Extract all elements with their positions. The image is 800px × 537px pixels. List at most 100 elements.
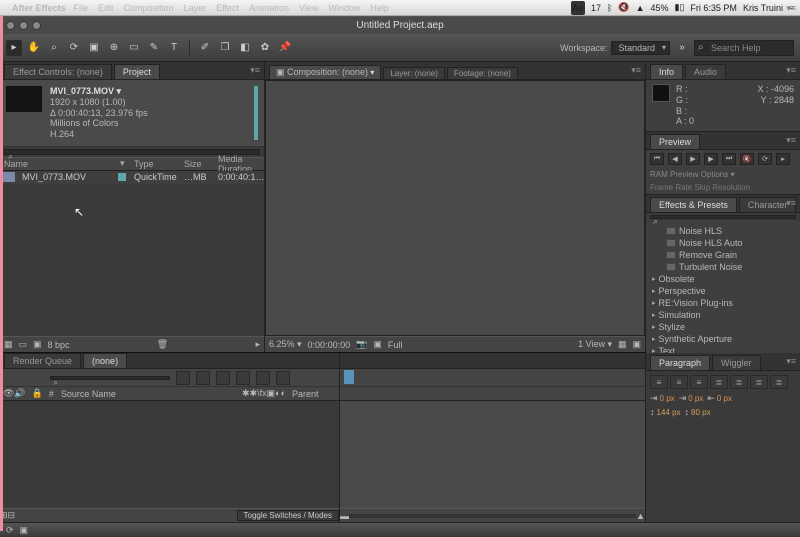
- panel-menu-icon[interactable]: ▾≡: [786, 356, 796, 367]
- bpc-toggle[interactable]: 8 bpc: [48, 340, 70, 350]
- zoom-select[interactable]: 6.25% ▾: [269, 339, 302, 350]
- project-row[interactable]: MVI_0773.MOV QuickTime …MB 0:00:40:1…: [0, 171, 264, 185]
- effect-category[interactable]: RE:Vision Plug-ins: [652, 297, 794, 309]
- align-right-button[interactable]: ≡: [690, 375, 708, 389]
- new-comp-icon[interactable]: ▣: [33, 339, 42, 350]
- col-label[interactable]: ▾: [116, 158, 130, 169]
- col-source-name[interactable]: Source Name: [58, 389, 239, 399]
- view-layout-select[interactable]: 1 View ▾: [578, 339, 612, 350]
- panel-menu-icon[interactable]: ▾≡: [250, 65, 260, 76]
- tab-project[interactable]: Project: [114, 64, 160, 79]
- tab-wiggler[interactable]: Wiggler: [712, 355, 761, 370]
- tab-audio[interactable]: Audio: [685, 64, 726, 79]
- new-folder-icon[interactable]: ▭: [19, 339, 28, 350]
- rotate-tool-icon[interactable]: ⟳: [66, 40, 82, 56]
- effect-category[interactable]: Simulation: [652, 309, 794, 321]
- toggle-switches-modes-button[interactable]: Toggle Switches / Modes: [237, 510, 340, 521]
- indent-left-value[interactable]: 0 px: [660, 394, 675, 403]
- traffic-zoom-icon[interactable]: [32, 21, 41, 30]
- pan-behind-tool-icon[interactable]: ⊕: [106, 40, 122, 56]
- tl-toggle-icon[interactable]: ⊟: [8, 510, 16, 521]
- resolution-select[interactable]: Full: [388, 340, 403, 350]
- current-time-indicator[interactable]: [344, 370, 354, 384]
- tl-tool-icon[interactable]: [196, 371, 210, 385]
- wifi-icon[interactable]: ▲: [636, 3, 645, 13]
- app-name[interactable]: After Effects: [12, 3, 66, 13]
- tab-info[interactable]: Info: [650, 64, 683, 79]
- effect-item[interactable]: Noise HLS: [652, 225, 794, 237]
- camera-icon[interactable]: ▣: [632, 339, 641, 350]
- bluetooth-icon[interactable]: ᛒ: [607, 3, 612, 13]
- tab-comp-none[interactable]: (none): [83, 353, 127, 368]
- trash-icon[interactable]: 🗑: [157, 339, 168, 350]
- timeline-layer-list[interactable]: [0, 401, 339, 508]
- loop-button[interactable]: ⟳: [758, 153, 772, 165]
- effect-item[interactable]: Turbulent Noise: [652, 261, 794, 273]
- selection-tool-icon[interactable]: ▸: [6, 40, 22, 56]
- timeline-track-area[interactable]: [340, 401, 645, 508]
- panel-menu-icon[interactable]: ▾≡: [631, 65, 641, 76]
- composition-viewer[interactable]: [265, 80, 645, 336]
- menu-help[interactable]: Help: [370, 3, 389, 13]
- timecode[interactable]: 0:00:00:00: [308, 340, 351, 350]
- justify-last-left-button[interactable]: ≣: [710, 375, 728, 389]
- brush-tool-icon[interactable]: ✐: [197, 40, 213, 56]
- ae-cloud-icon[interactable]: Ae: [571, 1, 585, 15]
- effect-category[interactable]: Perspective: [652, 285, 794, 297]
- space-after-value[interactable]: 80 px: [691, 408, 711, 417]
- tl-tool-icon[interactable]: [216, 371, 230, 385]
- tab-render-queue[interactable]: Render Queue: [4, 353, 81, 368]
- indent-right-value[interactable]: 0 px: [717, 394, 732, 403]
- menu-effect[interactable]: Effect: [216, 3, 239, 13]
- col-name[interactable]: Name: [0, 159, 116, 169]
- align-center-button[interactable]: ≡: [670, 375, 688, 389]
- av-toggles[interactable]: 👁🔊: [0, 388, 29, 399]
- col-parent[interactable]: Parent: [289, 389, 339, 399]
- tab-effects-presets[interactable]: Effects & Presets: [650, 197, 737, 212]
- ram-preview-button[interactable]: ▸: [776, 153, 790, 165]
- effect-category[interactable]: Synthetic Aperture: [652, 333, 794, 345]
- panel-menu-icon[interactable]: ▾≡: [786, 65, 796, 76]
- snapshot-icon[interactable]: 📷: [356, 339, 367, 350]
- tab-paragraph[interactable]: Paragraph: [650, 355, 710, 370]
- status-icon[interactable]: ▣: [20, 525, 29, 536]
- menu-window[interactable]: Window: [328, 3, 360, 13]
- col-size[interactable]: Size: [180, 159, 214, 169]
- tab-layer[interactable]: Layer: (none): [383, 67, 445, 79]
- effect-item[interactable]: Remove Grain: [652, 249, 794, 261]
- indent-first-value[interactable]: 0 px: [688, 394, 703, 403]
- roto-tool-icon[interactable]: ✿: [257, 40, 273, 56]
- switches-icons[interactable]: ✱✱\fx▣◐◐: [239, 388, 289, 399]
- zoom-slider[interactable]: [349, 514, 636, 518]
- prev-frame-button[interactable]: ◀: [668, 153, 682, 165]
- eraser-tool-icon[interactable]: ◧: [237, 40, 253, 56]
- first-frame-button[interactable]: ⏮: [650, 153, 664, 165]
- hand-tool-icon[interactable]: ✋: [26, 40, 42, 56]
- scroll-right-icon[interactable]: ▸: [255, 339, 260, 350]
- effects-search-input[interactable]: [650, 215, 796, 219]
- panel-menu-icon[interactable]: ▾≡: [786, 198, 796, 209]
- timeline-search-input[interactable]: [50, 376, 170, 380]
- channel-icon[interactable]: ▣: [373, 339, 382, 350]
- traffic-close-icon[interactable]: [6, 21, 15, 30]
- col-type[interactable]: Type: [130, 159, 180, 169]
- menu-layer[interactable]: Layer: [184, 3, 207, 13]
- menu-composition[interactable]: Composition: [124, 3, 174, 13]
- align-left-button[interactable]: ≡: [650, 375, 668, 389]
- shape-tool-icon[interactable]: ▭: [126, 40, 142, 56]
- traffic-min-icon[interactable]: [19, 21, 28, 30]
- tl-tool-icon[interactable]: [236, 371, 250, 385]
- last-frame-button[interactable]: ⏭: [722, 153, 736, 165]
- justify-all-button[interactable]: ≣: [770, 375, 788, 389]
- justify-last-center-button[interactable]: ≣: [730, 375, 748, 389]
- effect-item[interactable]: Noise HLS Auto: [652, 237, 794, 249]
- menu-view[interactable]: View: [299, 3, 318, 13]
- menu-edit[interactable]: Edit: [98, 3, 114, 13]
- menu-file[interactable]: File: [74, 3, 89, 13]
- user-name[interactable]: Kris Truini: [743, 3, 783, 13]
- space-before-value[interactable]: 144 px: [657, 408, 681, 417]
- ram-preview-options[interactable]: RAM Preview Options ▾: [646, 168, 800, 181]
- search-help-input[interactable]: Search Help: [694, 40, 794, 56]
- tab-preview[interactable]: Preview: [650, 134, 700, 149]
- camera-tool-icon[interactable]: ▣: [86, 40, 102, 56]
